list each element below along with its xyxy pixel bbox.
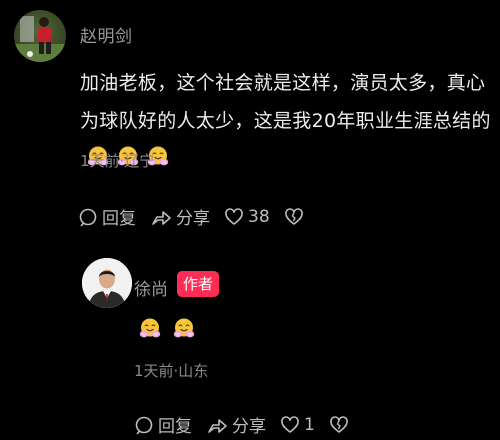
- heart-icon: [281, 415, 299, 433]
- avatar[interactable]: [14, 10, 66, 62]
- avatar[interactable]: [82, 258, 132, 308]
- reply-label: 回复: [102, 209, 136, 229]
- share-button[interactable]: 分享: [206, 412, 266, 437]
- reply-text: [138, 317, 206, 341]
- reply-icon: [135, 416, 153, 434]
- reply-actions: 回复 分享 1: [134, 412, 367, 437]
- like-button[interactable]: 38: [224, 207, 270, 227]
- share-label: 分享: [176, 209, 210, 229]
- share-button[interactable]: 分享: [150, 204, 210, 229]
- reply-label: 回复: [158, 417, 192, 437]
- comment-actions: 回复 分享 38: [78, 204, 322, 229]
- share-icon: [152, 210, 171, 225]
- like-count: 1: [304, 414, 315, 435]
- hugging-face-icon: [138, 317, 162, 341]
- broken-heart-icon: [329, 415, 348, 433]
- dislike-button[interactable]: [284, 207, 308, 227]
- like-count: 38: [248, 206, 270, 227]
- comment-body: 加油老板，这个社会就是这样，演员太多，真心为球队好的人太少，这是我20年职业生涯…: [80, 72, 491, 132]
- reply-button[interactable]: 回复: [134, 412, 192, 437]
- dislike-button[interactable]: [329, 415, 353, 435]
- heart-icon: [225, 207, 243, 225]
- reply-icon: [79, 208, 97, 226]
- share-icon: [208, 418, 227, 433]
- comment-thread: 赵明剑 加油老板，这个社会就是这样，演员太多，真心为球队好的人太少，这是我20年…: [0, 0, 500, 440]
- reply-button[interactable]: 回复: [78, 204, 136, 229]
- comment-author-name[interactable]: 赵明剑: [80, 22, 133, 47]
- broken-heart-icon: [284, 207, 303, 225]
- reply-author-name[interactable]: 徐尚: [134, 275, 168, 300]
- reply-meta: 1天前·山东: [134, 362, 209, 380]
- author-badge: 作者: [177, 271, 220, 297]
- share-label: 分享: [232, 417, 266, 437]
- hugging-face-icon: [172, 317, 196, 341]
- comment-meta: 1天前·辽宁: [80, 152, 155, 170]
- like-button[interactable]: 1: [280, 415, 315, 435]
